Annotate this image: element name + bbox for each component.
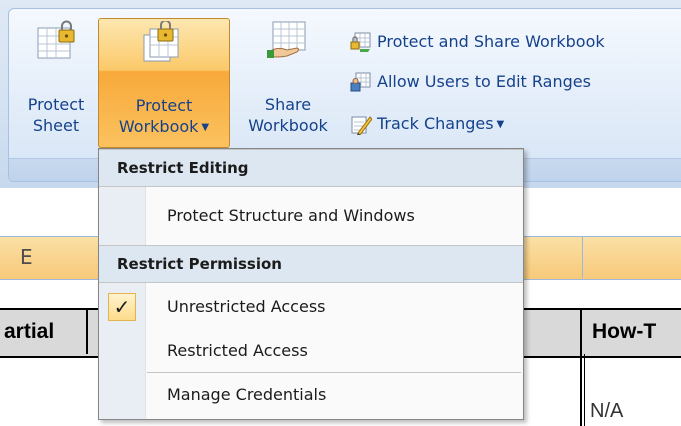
column-header-e[interactable]: E <box>20 245 33 269</box>
menu-separator <box>147 372 521 373</box>
menu-item-manage-credentials[interactable]: Manage Credentials <box>99 377 523 413</box>
protect-workbook-label-1: Protect <box>135 96 193 115</box>
chevron-down-icon: ▼ <box>496 119 505 130</box>
protect-workbook-label-2: Workbook ▼ <box>99 116 229 138</box>
chevron-down-icon: ▼ <box>201 122 210 133</box>
menu-item-protect-structure[interactable]: Protect Structure and Windows <box>99 198 523 234</box>
menu-item-label: Restricted Access <box>167 341 308 360</box>
lock-workbook-icon <box>143 21 179 62</box>
cell-border <box>86 308 88 354</box>
menu-item-label: Manage Credentials <box>167 385 327 404</box>
protect-sheet-button[interactable]: Protect Sheet <box>16 10 96 145</box>
share-workbook-label-1: Share <box>264 95 312 114</box>
track-changes-text: Track Changes <box>377 114 494 133</box>
allow-users-label: Allow Users to Edit Ranges <box>377 72 591 91</box>
share-workbook-icon <box>267 21 306 58</box>
lock-sheet-icon <box>37 20 75 59</box>
menu-section-restrict-editing: Restrict Editing <box>99 149 523 187</box>
cell-header-howto[interactable]: How-T <box>592 320 656 344</box>
menu-item-label: Unrestricted Access <box>167 297 326 316</box>
protect-workbook-label-text: Workbook <box>118 117 199 136</box>
menu-section-restrict-permission: Restrict Permission <box>99 245 523 283</box>
menu-item-label: Protect Structure and Windows <box>167 206 415 225</box>
track-changes-label: Track Changes ▼ <box>377 110 504 139</box>
cell-header-partial[interactable]: artial <box>4 320 54 344</box>
track-changes-icon <box>351 116 372 135</box>
checkmark-icon: ✓ <box>108 293 136 321</box>
protect-workbook-button[interactable]: Protect Workbook ▼ <box>98 18 230 148</box>
share-workbook-button[interactable]: Share Workbook <box>234 10 342 145</box>
protect-sheet-label-2: Sheet <box>32 116 80 135</box>
column-separator[interactable] <box>582 236 583 278</box>
allow-edit-ranges-icon <box>350 72 371 92</box>
protect-sheet-label-1: Protect <box>27 95 85 114</box>
menu-item-restricted-access[interactable]: Restricted Access <box>99 333 523 369</box>
protect-share-icon <box>350 32 371 52</box>
menu-item-unrestricted-access[interactable]: ✓ Unrestricted Access <box>99 289 523 325</box>
protect-and-share-label: Protect and Share Workbook <box>377 32 605 51</box>
share-workbook-label-2: Workbook <box>248 116 328 135</box>
cell-border <box>580 308 582 426</box>
cell-na[interactable]: N/A <box>590 400 623 423</box>
cell-border <box>584 354 585 426</box>
protect-workbook-menu: Restrict Editing Protect Structure and W… <box>98 148 524 420</box>
